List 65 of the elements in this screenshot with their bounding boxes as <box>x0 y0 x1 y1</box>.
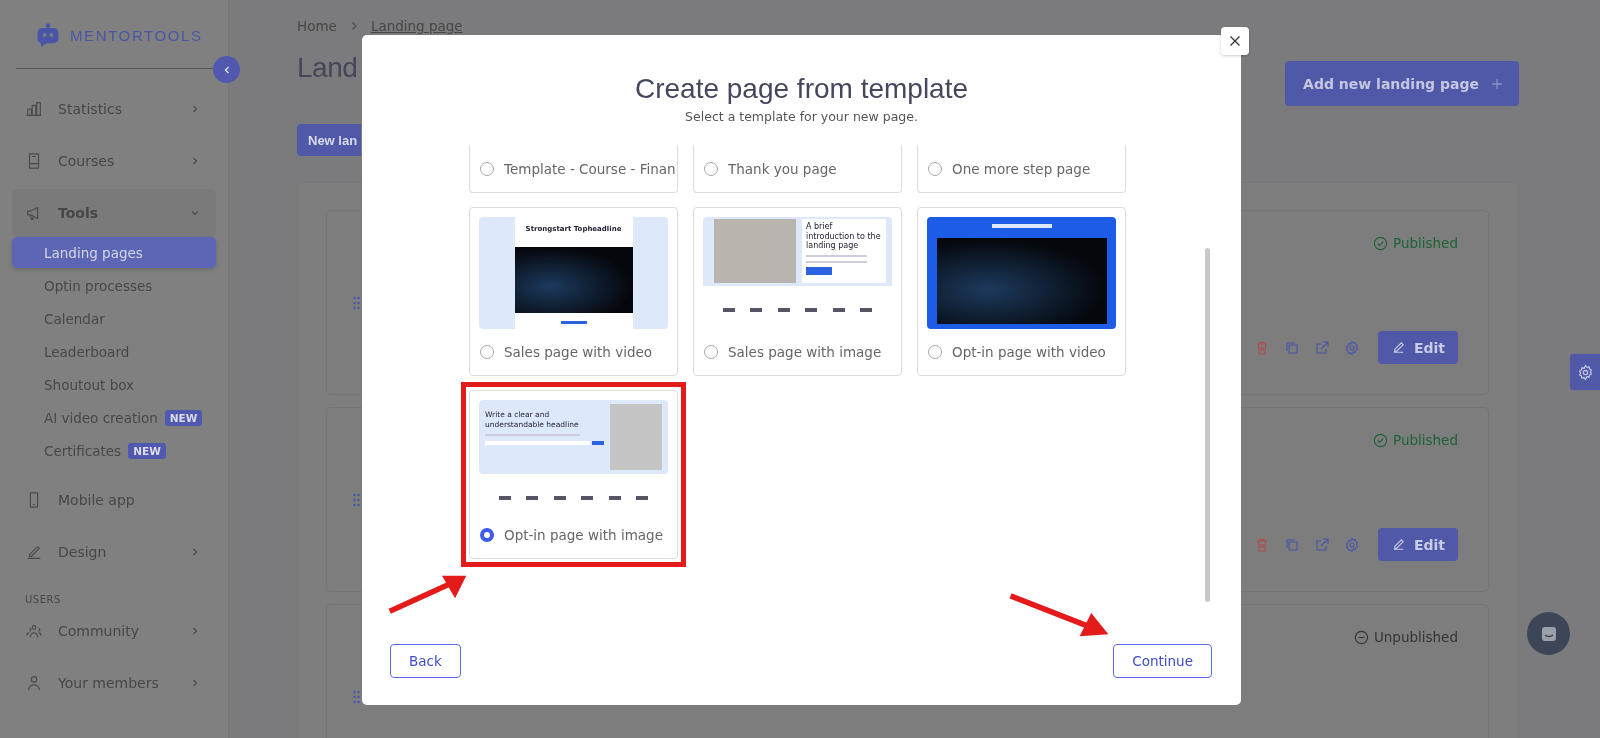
chevron-down-icon <box>190 208 200 218</box>
chevron-right-icon <box>190 547 200 557</box>
external-link-icon[interactable] <box>1314 536 1330 553</box>
sidebar-subitem[interactable]: Leaderboard <box>12 336 216 367</box>
sidebar-item[interactable]: Statistics <box>12 85 216 133</box>
bar-chart-icon <box>25 100 43 118</box>
sidebar-item[interactable]: Design <box>12 528 216 576</box>
check-circle-icon <box>1373 432 1388 448</box>
chat-button[interactable] <box>1527 612 1570 655</box>
external-link-icon[interactable] <box>1314 339 1330 356</box>
people-icon <box>25 622 43 640</box>
status-label: Published <box>1393 432 1458 448</box>
continue-button[interactable]: Continue <box>1113 644 1212 678</box>
minus-circle-icon <box>1353 629 1369 645</box>
drag-handle-icon[interactable] <box>352 492 361 507</box>
drag-handle-icon[interactable] <box>352 689 361 704</box>
check-circle-icon <box>1373 235 1388 251</box>
close-button[interactable] <box>1221 27 1249 55</box>
dialog-subtitle: Select a template for your new page. <box>685 109 918 124</box>
template-card[interactable]: Template - Course - Finan <box>469 146 678 193</box>
sidebar-item[interactable]: Your members <box>12 659 216 707</box>
sidebar-subitem[interactable]: Optin processes <box>12 270 216 301</box>
copy-icon[interactable] <box>1284 536 1300 553</box>
status-label: Unpublished <box>1373 629 1458 645</box>
dialog-title: Create page from template <box>634 73 969 105</box>
sidebar-item[interactable]: Courses <box>12 137 216 185</box>
person-icon <box>25 674 43 692</box>
copy-icon[interactable] <box>1284 339 1300 356</box>
new-badge: NEW <box>164 409 203 426</box>
template-card[interactable]: Opt-in page with video <box>917 207 1126 376</box>
drag-handle-icon[interactable] <box>352 295 361 310</box>
settings-icon[interactable] <box>1344 536 1360 553</box>
new-landing-page-button[interactable]: New lan <box>297 124 361 156</box>
close-icon <box>1229 35 1241 47</box>
template-card[interactable]: Thank you page <box>693 146 902 193</box>
sidebar-subitem[interactable]: Shoutout box <box>12 369 216 400</box>
trash-icon[interactable] <box>1254 339 1270 356</box>
radio-button[interactable] <box>480 528 494 542</box>
status-label: Published <box>1393 235 1458 251</box>
sidebar-subitem[interactable]: AI video creation NEW <box>12 402 216 433</box>
back-button[interactable]: Back <box>390 644 461 678</box>
chevron-right-icon <box>190 104 200 114</box>
scrollbar-thumb[interactable] <box>1205 248 1210 602</box>
chevron-right-icon <box>190 678 200 688</box>
sidebar-item[interactable]: Mobile app <box>12 476 216 524</box>
edit-button[interactable]: Edit <box>1378 331 1458 364</box>
chevron-right-icon <box>190 626 200 636</box>
settings-icon <box>1576 363 1594 381</box>
sidebar-subitem[interactable]: Calendar <box>12 303 216 334</box>
edit-button[interactable]: Edit <box>1378 528 1458 561</box>
template-card[interactable]: A brief introduction to the landing page Sales page with image <box>693 207 902 376</box>
sidebar-item[interactable]: Community <box>12 607 216 655</box>
settings-tab-button[interactable] <box>1570 354 1600 390</box>
add-landing-page-button[interactable]: Add new landing page <box>1285 61 1519 106</box>
trash-icon[interactable] <box>1254 536 1270 553</box>
new-badge: NEW <box>128 442 166 459</box>
collapse-sidebar-button[interactable] <box>213 56 240 83</box>
template-card[interactable]: One more step page <box>917 146 1126 193</box>
settings-icon[interactable] <box>1344 339 1360 356</box>
sidebar-subitem[interactable]: Landing pages <box>12 237 216 268</box>
plus-icon <box>1491 77 1503 90</box>
pencil-icon <box>25 543 43 561</box>
sidebar-subitem[interactable]: Certificates NEW <box>12 435 216 466</box>
chevron-right-icon <box>190 156 200 166</box>
section-label: USERS <box>24 593 62 607</box>
